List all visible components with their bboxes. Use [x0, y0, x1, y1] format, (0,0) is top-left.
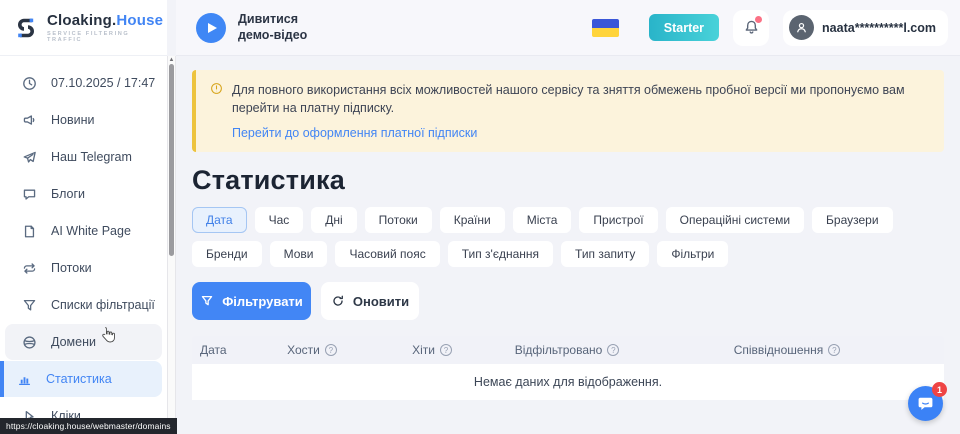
tab-flows[interactable]: Потоки [365, 207, 432, 233]
tab-days[interactable]: Дні [311, 207, 356, 233]
sidebar-item-news[interactable]: Новини [5, 102, 162, 138]
avatar [789, 15, 814, 40]
sidebar-item-domains[interactable]: Домени [5, 324, 162, 360]
brand-tagline: SERVICE FILTERING TRAFFIC [47, 31, 167, 43]
clock-icon [22, 76, 37, 91]
logo-text: Cloaking.House SERVICE FILTERING TRAFFIC [47, 12, 167, 43]
play-demo-button[interactable] [196, 13, 226, 43]
user-email: naata**********l.com [822, 21, 936, 35]
app-window: Cloaking.House SERVICE FILTERING TRAFFIC… [0, 0, 960, 434]
sidebar-item-label: Новини [51, 113, 95, 127]
help-icon[interactable] [828, 344, 840, 356]
tab-operating-systems[interactable]: Операційні системи [666, 207, 804, 233]
main-area: Дивитися демо-відео Starter naata*******… [176, 0, 960, 434]
sidebar-item-label: Домени [51, 335, 96, 349]
telegram-icon [22, 150, 37, 165]
refresh-button[interactable]: Оновити [321, 282, 419, 320]
topbar: Дивитися демо-відео Starter naata*******… [176, 0, 960, 56]
tab-brands[interactable]: Бренди [192, 241, 262, 267]
tab-request-type[interactable]: Тип запиту [561, 241, 649, 267]
trial-warning-banner: Для повного використання всіх можливосте… [192, 70, 944, 152]
sidebar-item-ai-white-page[interactable]: AI White Page [5, 213, 162, 249]
funnel-icon [22, 298, 37, 313]
tab-date[interactable]: Дата [192, 207, 247, 233]
refresh-icon [331, 294, 345, 308]
banner-text: Для повного використання всіх можливосте… [232, 81, 928, 117]
table-empty-state: Немає даних для відображення. [192, 364, 944, 400]
chat-icon [917, 395, 934, 412]
sidebar-item-label: Потоки [51, 261, 92, 275]
tab-timezone[interactable]: Часовий пояс [335, 241, 439, 267]
notifications-button[interactable] [733, 10, 769, 46]
link-status-tooltip: https://cloaking.house/webmaster/domains [0, 418, 177, 434]
filter-button[interactable]: Фільтрувати [192, 282, 311, 320]
sidebar-item-datetime: 07.10.2025 / 17:47 [5, 65, 162, 101]
sidebar-item-label: AI White Page [51, 224, 131, 238]
person-icon [794, 20, 809, 35]
col-header-hosts: Хости [262, 343, 362, 357]
brand-primary: Cloaking. [47, 12, 116, 29]
col-header-ratio: Співвідношення [632, 343, 942, 357]
sidebar-item-label: 07.10.2025 / 17:47 [51, 76, 155, 90]
page-title: Статистика [192, 165, 944, 196]
play-icon [208, 23, 217, 33]
content: Для повного використання всіх можливосте… [176, 56, 960, 400]
help-icon[interactable] [607, 344, 619, 356]
table-header-row: Дата Хости Хіти Відфільтровано Співвідно… [192, 336, 944, 364]
warning-icon [210, 82, 223, 117]
demo-video-label[interactable]: Дивитися демо-відео [238, 12, 312, 43]
chat-unread-badge: 1 [932, 382, 947, 397]
col-header-date: Дата [192, 343, 262, 357]
plan-badge-starter[interactable]: Starter [649, 14, 719, 41]
sidebar-item-flows[interactable]: Потоки [5, 250, 162, 286]
sidebar-item-telegram[interactable]: Наш Telegram [5, 139, 162, 175]
logo-icon [13, 15, 39, 41]
tab-filters[interactable]: Фільтри [657, 241, 728, 267]
sidebar-item-filter-lists[interactable]: Списки фільтрації [5, 287, 162, 323]
sidebar-item-blogs[interactable]: Блоги [5, 176, 162, 212]
funnel-icon [200, 294, 214, 308]
col-header-hits: Хіти [362, 343, 502, 357]
sidebar-nav: 07.10.2025 / 17:47 Новини Наш Telegram Б… [0, 56, 167, 434]
user-menu[interactable]: naata**********l.com [783, 10, 948, 46]
col-header-filtered: Відфільтровано [502, 343, 632, 357]
globe-icon [22, 335, 37, 350]
sidebar: Cloaking.House SERVICE FILTERING TRAFFIC… [0, 0, 167, 434]
actions-row: Фільтрувати Оновити [192, 282, 944, 320]
notification-dot [755, 16, 762, 23]
chat-bubble-icon [22, 187, 37, 202]
scrollbar-up-arrow[interactable] [168, 56, 175, 64]
megaphone-icon [22, 113, 37, 128]
bar-chart-icon [17, 372, 32, 387]
sidebar-item-label: Статистика [46, 372, 112, 386]
flows-icon [22, 261, 37, 276]
topbar-right: Starter naata**********l.com [592, 10, 948, 46]
tab-browsers[interactable]: Браузери [812, 207, 893, 233]
tab-languages[interactable]: Мови [270, 241, 328, 267]
tab-countries[interactable]: Країни [440, 207, 505, 233]
sidebar-item-label: Блоги [51, 187, 85, 201]
sidebar-scrollbar[interactable] [167, 56, 176, 434]
tab-cities[interactable]: Міста [513, 207, 572, 233]
sidebar-item-statistics[interactable]: Статистика [0, 361, 162, 397]
logo[interactable]: Cloaking.House SERVICE FILTERING TRAFFIC [0, 0, 167, 56]
tab-time[interactable]: Час [255, 207, 304, 233]
stats-table: Дата Хости Хіти Відфільтровано Співвідно… [192, 336, 944, 400]
tab-devices[interactable]: Пристрої [579, 207, 657, 233]
ukraine-flag-icon[interactable] [592, 19, 619, 37]
sidebar-item-label: Списки фільтрації [51, 298, 155, 312]
tab-connection-type[interactable]: Тип з'єднання [448, 241, 553, 267]
sidebar-item-label: Наш Telegram [51, 150, 132, 164]
help-icon[interactable] [325, 344, 337, 356]
scrollbar-thumb[interactable] [169, 64, 174, 256]
subscribe-link[interactable]: Перейти до оформлення платної підписки [232, 126, 928, 140]
chat-widget-button[interactable]: 1 [908, 386, 943, 421]
help-icon[interactable] [440, 344, 452, 356]
brand-accent: House [116, 12, 163, 29]
page-icon [22, 224, 37, 239]
stats-tabs: Дата Час Дні Потоки Країни Міста Пристро… [192, 207, 932, 267]
